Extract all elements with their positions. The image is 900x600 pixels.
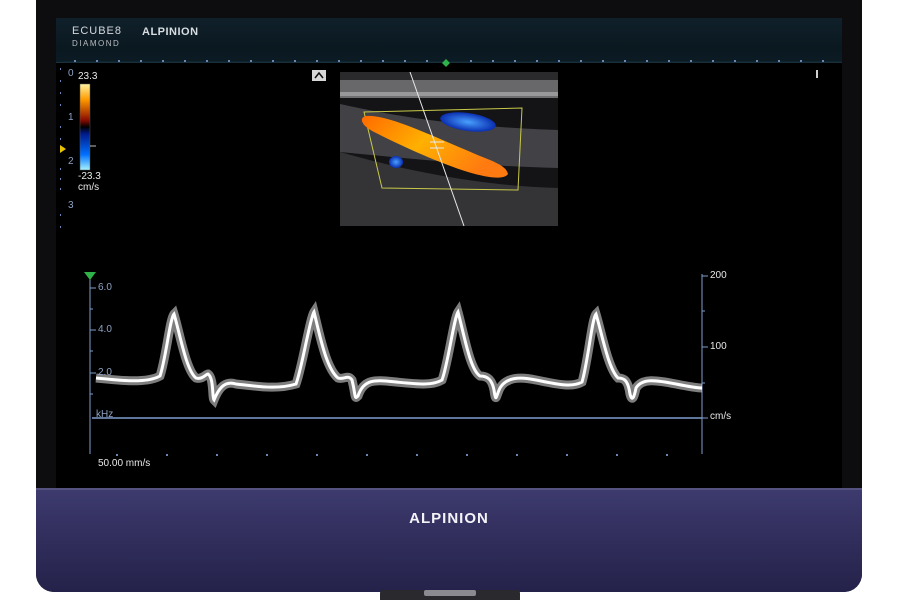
- depth-label-1: 1: [68, 112, 74, 123]
- monitor-stand: [380, 590, 520, 600]
- left-axis-tick-6: 6.0: [98, 282, 112, 293]
- probe-orientation-icon: [312, 70, 326, 81]
- depth-label-0: 0: [68, 68, 74, 79]
- image-marker-icon: [816, 70, 818, 78]
- spectral-waveform-envelope: [95, 301, 703, 409]
- top-marker-row: [62, 59, 842, 67]
- stand-connector: [424, 590, 476, 596]
- depth-label-2: 2: [68, 156, 74, 167]
- focus-marker-icon: [442, 59, 450, 67]
- doppler-spectrum: [84, 272, 708, 456]
- depth-label-3: 3: [68, 200, 74, 211]
- color-bar-max: 23.3: [78, 71, 98, 82]
- color-bar-min: -23.3: [78, 171, 101, 182]
- sweep-speed: 50.00 mm/s: [98, 458, 151, 469]
- color-velocity-bar: [79, 83, 91, 171]
- left-axis-tick-4: 4.0: [98, 324, 112, 335]
- left-axis-tick-2: 2.0: [98, 367, 112, 378]
- right-axis-tick-100: 100: [710, 341, 727, 352]
- color-bar-unit: cm/s: [78, 182, 100, 193]
- small-vessel-blue: [389, 156, 403, 168]
- ultrasound-screen: ECUBE8 DIAMOND ALPINION 0 1 2 3 23.3 -23…: [56, 18, 842, 488]
- bezel-brand-logo: ALPINION: [409, 510, 489, 527]
- monitor-bezel: ECUBE8 DIAMOND ALPINION 0 1 2 3 23.3 -23…: [36, 0, 862, 592]
- right-axis-tick-200: 200: [710, 270, 727, 281]
- color-doppler-image: [340, 71, 558, 227]
- left-axis-unit: kHz: [96, 409, 114, 420]
- top-marker-icon: [84, 272, 96, 280]
- monitor-chin: ALPINION: [36, 488, 862, 592]
- focus-position-icon: [60, 145, 66, 153]
- right-axis-unit: cm/s: [710, 411, 732, 422]
